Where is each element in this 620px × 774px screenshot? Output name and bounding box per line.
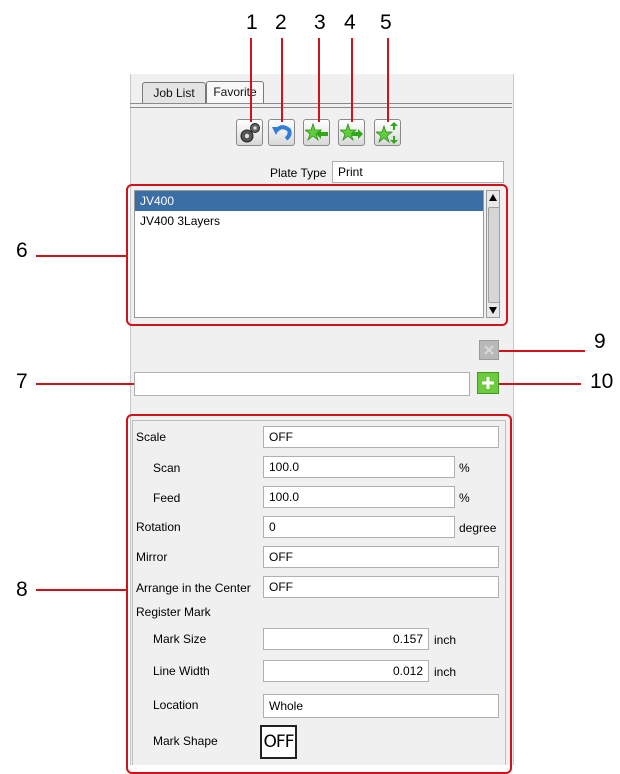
- tab-divider: [130, 103, 512, 104]
- scan-unit: %: [459, 461, 470, 475]
- callout-10: 10: [590, 370, 614, 393]
- callout-6: 6: [16, 239, 28, 262]
- line-width-unit: inch: [434, 665, 457, 679]
- mark-shape-label: Mark Shape: [153, 734, 218, 748]
- scan-field[interactable]: 100.0: [263, 456, 455, 478]
- callout-4: 4: [344, 11, 356, 34]
- mark-shape-button[interactable]: OFF: [260, 725, 297, 759]
- undo-button[interactable]: [268, 119, 295, 146]
- callout-line-8: [36, 589, 128, 591]
- undo-icon: [272, 125, 292, 141]
- star-export-icon: [340, 122, 363, 142]
- line-width-label: Line Width: [153, 664, 210, 678]
- location-field[interactable]: Whole: [263, 694, 499, 718]
- feed-label: Feed: [153, 491, 181, 505]
- mirror-label: Mirror: [136, 550, 168, 564]
- mark-size-label: Mark Size: [153, 632, 207, 646]
- arrange-center-label: Arrange in the Center: [136, 581, 251, 595]
- star-move-icon: [376, 122, 398, 144]
- callout-3: 3: [314, 11, 326, 34]
- plate-type-label: Plate Type: [270, 166, 327, 180]
- delete-favorite-button[interactable]: [479, 340, 499, 360]
- callout-line-9: [499, 350, 585, 352]
- add-favorite-button[interactable]: [477, 372, 499, 394]
- callout-line-3: [318, 38, 320, 122]
- mirror-field[interactable]: OFF: [263, 546, 499, 568]
- move-favorite-button[interactable]: [374, 119, 401, 146]
- import-favorite-button[interactable]: [303, 119, 330, 146]
- callout-line-4: [351, 38, 353, 122]
- export-favorite-button[interactable]: [338, 119, 365, 146]
- settings-button[interactable]: [236, 119, 263, 146]
- line-width-field[interactable]: 0.012: [263, 660, 429, 682]
- scale-label: Scale: [136, 430, 167, 444]
- rotation-label: Rotation: [136, 520, 181, 534]
- feed-unit: %: [459, 491, 470, 505]
- callout-5: 5: [380, 11, 392, 34]
- callout-8: 8: [16, 578, 28, 601]
- mark-size-field[interactable]: 0.157: [263, 628, 429, 650]
- callout-7: 7: [16, 370, 28, 393]
- callout-2: 2: [275, 11, 287, 34]
- callout-9: 9: [594, 330, 606, 353]
- mark-size-unit: inch: [434, 633, 457, 647]
- register-mark-label: Register Mark: [136, 605, 211, 619]
- callout-line-10: [499, 383, 581, 385]
- plus-icon: [482, 377, 494, 389]
- tab-favorite[interactable]: Favorite: [206, 81, 264, 104]
- plate-type-field[interactable]: Print: [332, 161, 504, 183]
- scale-field[interactable]: OFF: [263, 426, 499, 448]
- callout-box-6: [126, 184, 508, 326]
- gears-icon: [240, 123, 260, 143]
- rotation-field[interactable]: 0: [263, 516, 455, 538]
- callout-line-1: [250, 38, 252, 122]
- arrange-center-field[interactable]: OFF: [263, 576, 499, 598]
- callout-line-7: [36, 383, 134, 385]
- star-import-icon: [305, 122, 328, 142]
- close-icon: [484, 345, 494, 355]
- location-label: Location: [153, 698, 199, 712]
- callout-line-6: [36, 255, 128, 257]
- callout-line-2: [281, 38, 283, 122]
- callout-1: 1: [246, 11, 258, 34]
- tab-job-list[interactable]: Job List: [142, 82, 206, 103]
- callout-line-5: [387, 38, 389, 122]
- favorite-name-input[interactable]: [134, 372, 470, 396]
- tab-divider-2: [130, 107, 512, 108]
- rotation-unit: degree: [459, 521, 497, 535]
- scan-label: Scan: [153, 461, 181, 475]
- feed-field[interactable]: 100.0: [263, 486, 455, 508]
